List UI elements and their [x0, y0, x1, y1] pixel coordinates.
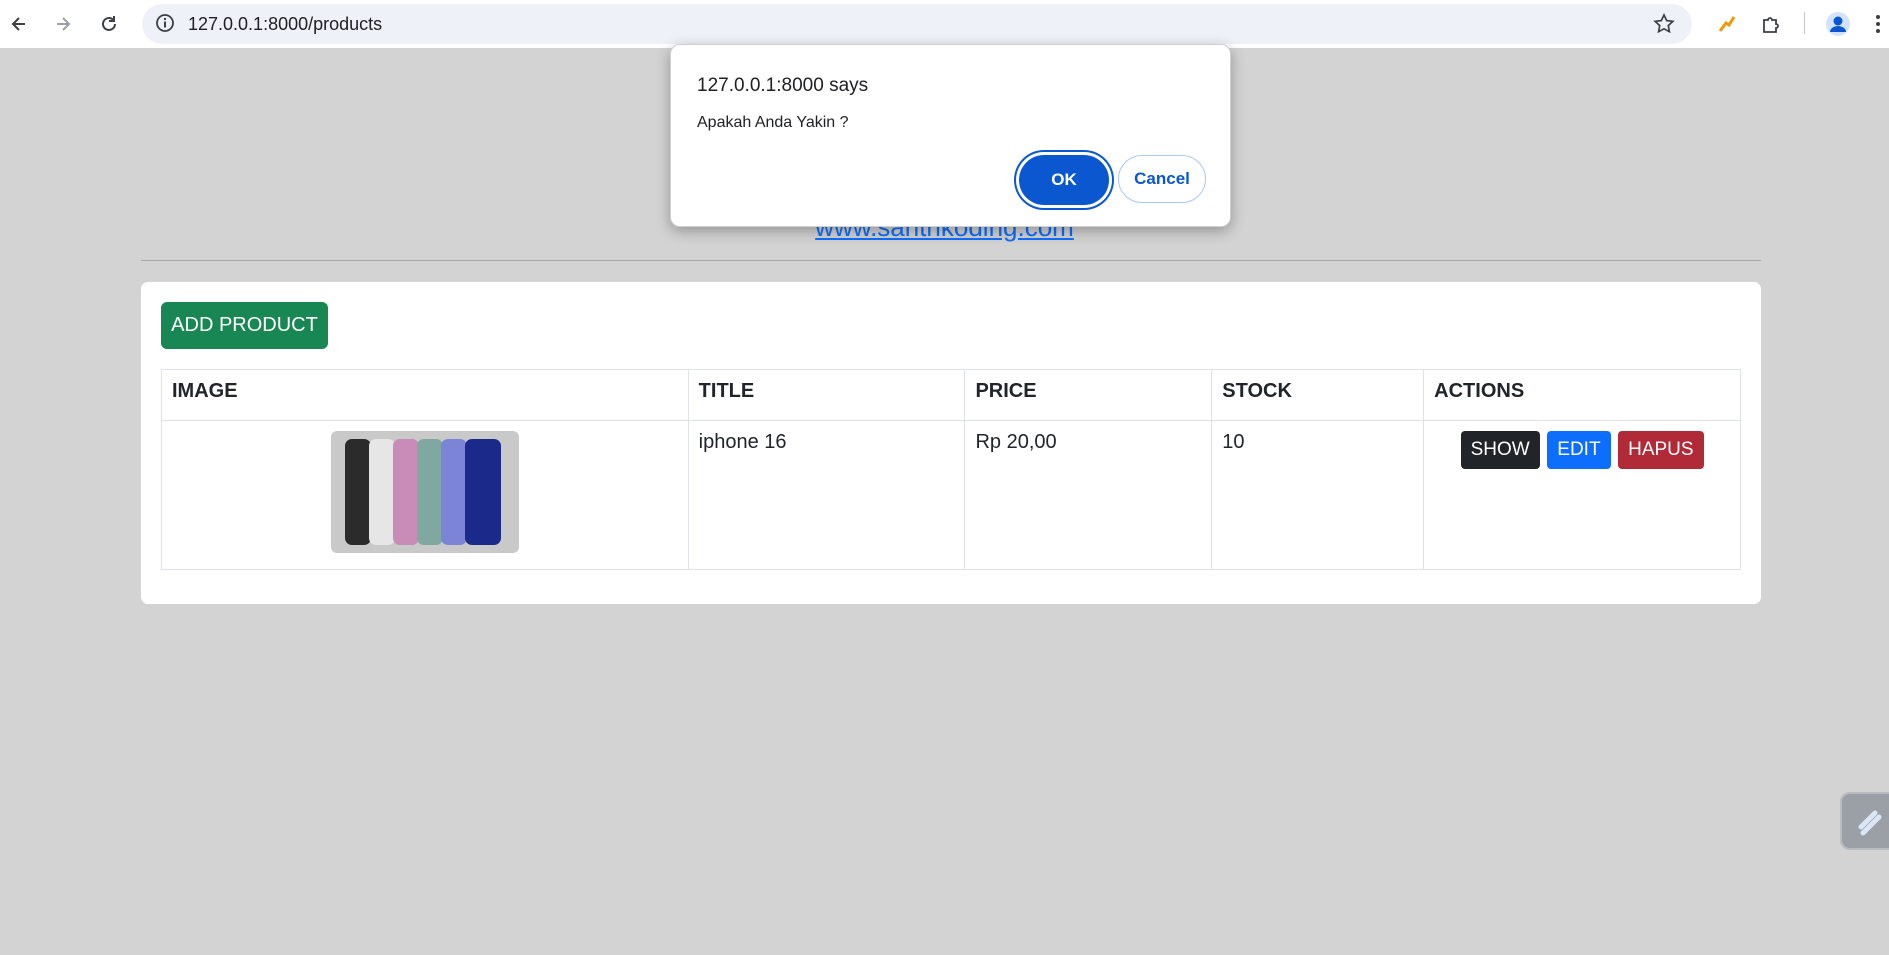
profile-icon[interactable]: [1823, 9, 1853, 39]
dialog-message: Apakah Anda Yakin ?: [697, 114, 849, 131]
header-title: TITLE: [687, 369, 966, 421]
product-stock: 10: [1211, 420, 1425, 570]
floating-widget[interactable]: [1840, 792, 1889, 850]
cancel-button[interactable]: Cancel: [1118, 155, 1206, 203]
divider: [141, 260, 1761, 261]
address-bar[interactable]: 127.0.0.1:8000/products: [142, 4, 1692, 44]
extensions-puzzle-icon[interactable]: [1756, 9, 1786, 39]
table-row: iphone 16 Rp 20,00 10 SHOW EDIT HAPUS: [161, 420, 1741, 570]
reload-icon[interactable]: [94, 9, 124, 39]
add-product-button[interactable]: ADD PRODUCT: [161, 302, 328, 349]
product-price: Rp 20,00: [964, 420, 1213, 570]
edit-button[interactable]: EDIT: [1547, 431, 1611, 469]
product-title: iphone 16: [687, 420, 966, 570]
confirm-dialog: 127.0.0.1:8000 says Apakah Anda Yakin ? …: [670, 44, 1231, 227]
site-info-icon[interactable]: [154, 12, 176, 39]
table-header-row: IMAGE TITLE PRICE STOCK ACTIONS: [161, 369, 1741, 421]
address-url[interactable]: 127.0.0.1:8000/products: [188, 14, 382, 35]
bookmark-star-icon[interactable]: [1652, 12, 1676, 41]
header-image: IMAGE: [161, 369, 689, 421]
back-icon[interactable]: [4, 9, 34, 39]
browser-toolbar: 127.0.0.1:8000/products: [0, 0, 1889, 48]
ok-button[interactable]: OK: [1019, 155, 1109, 205]
product-image-cell: [161, 420, 689, 570]
header-actions: ACTIONS: [1423, 369, 1741, 421]
products-table: IMAGE TITLE PRICE STOCK ACTIONS iphone 1…: [161, 369, 1741, 570]
show-button[interactable]: SHOW: [1460, 431, 1540, 469]
products-card: ADD PRODUCT IMAGE TITLE PRICE STOCK ACTI…: [141, 282, 1761, 604]
header-stock: STOCK: [1211, 369, 1425, 421]
widget-logo-icon: [1858, 810, 1882, 836]
menu-icon[interactable]: [1868, 9, 1888, 39]
product-actions: SHOW EDIT HAPUS: [1423, 420, 1741, 570]
dialog-title: 127.0.0.1:8000 says: [697, 75, 869, 96]
product-image: [330, 431, 519, 553]
header-price: PRICE: [964, 369, 1213, 421]
extension-bolt-icon[interactable]: [1712, 9, 1742, 39]
forward-icon[interactable]: [48, 9, 78, 39]
toolbar-divider: [1804, 12, 1805, 34]
delete-button[interactable]: HAPUS: [1618, 431, 1704, 469]
